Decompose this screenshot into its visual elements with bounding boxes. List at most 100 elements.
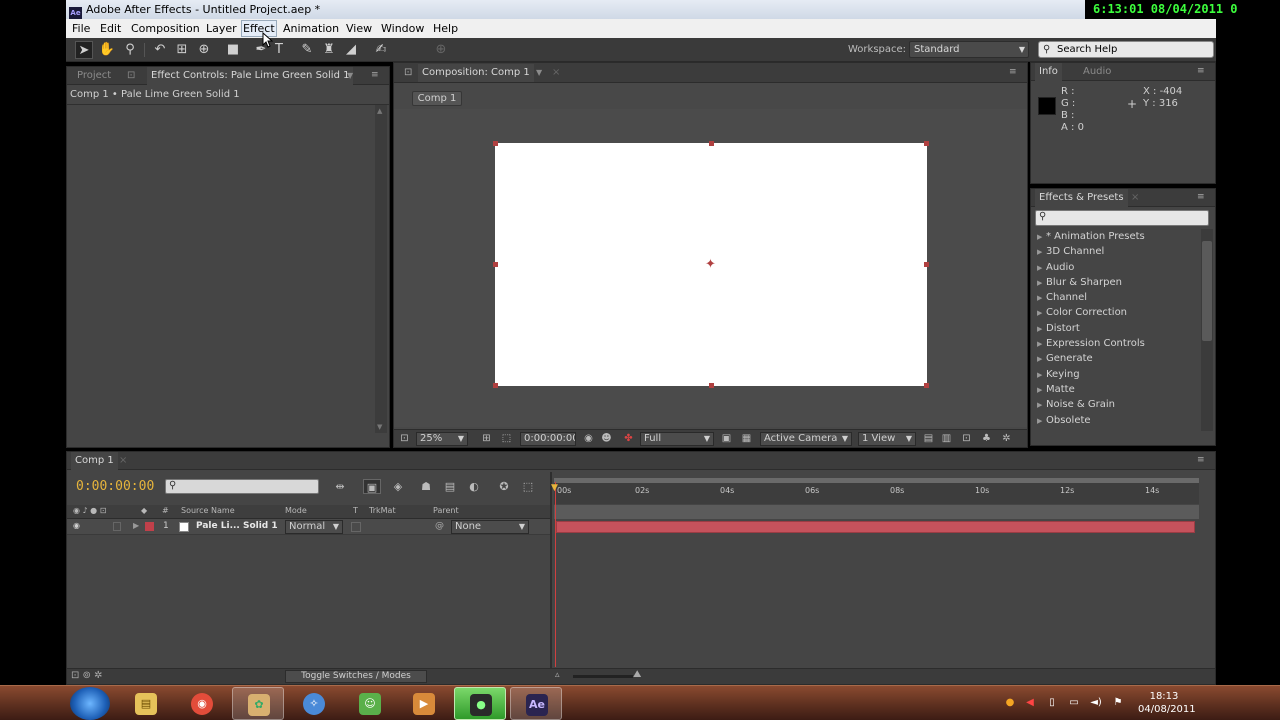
timeline-navigator[interactable] — [554, 505, 1199, 519]
clone-stamp-icon[interactable]: ♜ — [320, 41, 338, 59]
resolution-dropdown[interactable]: Full ▼ — [640, 432, 714, 446]
effects-category[interactable]: ▶ Distort — [1033, 321, 1201, 336]
tab-effect-controls[interactable]: Effect Controls: Pale Lime Green Solid 1 — [147, 67, 354, 85]
pan-behind-icon[interactable]: ⊕ — [195, 41, 213, 59]
composition-canvas[interactable]: ✦ — [493, 141, 929, 388]
panel-menu-icon[interactable]: ≡ — [1197, 66, 1209, 76]
layer-handle[interactable] — [709, 383, 714, 388]
lock-toggle[interactable] — [113, 522, 121, 531]
flowchart-icon[interactable]: ♣ — [980, 433, 993, 445]
magnification-dropdown[interactable]: 25% ▼ — [416, 432, 468, 446]
eraser-icon[interactable]: ◢ — [342, 41, 360, 59]
playhead-icon[interactable]: ▼ — [551, 484, 560, 493]
taskbar-after-effects[interactable]: Ae — [510, 687, 562, 720]
effects-category[interactable]: ▶ Blur & Sharpen — [1033, 275, 1201, 290]
tab-project[interactable]: Project — [73, 67, 115, 85]
effects-category[interactable]: ▶ Generate — [1033, 351, 1201, 366]
lock-icon[interactable]: ⊡ — [400, 64, 416, 82]
taskbar-explorer[interactable]: ▤ — [120, 687, 172, 720]
taskbar-paint[interactable]: ✿ — [232, 687, 284, 720]
effects-category[interactable]: ▶ Channel — [1033, 290, 1201, 305]
effects-category[interactable]: ▶ Obsolete — [1033, 413, 1201, 428]
brainstorm-icon[interactable]: ✪ — [495, 479, 513, 494]
layer-handle[interactable] — [924, 262, 929, 267]
workspace-select[interactable]: Standard ▼ — [909, 41, 1029, 58]
label-color-swatch[interactable] — [145, 522, 154, 531]
zoom-out-icon[interactable]: ▵ — [555, 670, 560, 680]
tray-icon[interactable]: ◀ — [1024, 697, 1036, 709]
selection-tool-icon[interactable]: ➤ — [75, 41, 93, 59]
mask-visibility-icon[interactable]: ⬚ — [500, 433, 513, 445]
taskbar-messenger[interactable]: ☺ — [344, 687, 396, 720]
scroll-up-icon[interactable]: ▲ — [377, 107, 382, 115]
timeline-search-input[interactable]: ⚲ — [165, 479, 319, 494]
show-snapshot-icon[interactable]: ☻ — [600, 433, 613, 445]
time-ruler[interactable]: 00s 02s 04s 06s 08s 10s 12s 14s — [554, 478, 1199, 504]
toggle-switches-modes-button[interactable]: Toggle Switches / Modes — [285, 670, 427, 683]
parent-dropdown[interactable]: None ▼ — [451, 520, 529, 534]
composition-mini-icon[interactable]: ▣ — [363, 479, 381, 494]
scroll-down-icon[interactable]: ▼ — [377, 423, 382, 431]
fast-previews-icon[interactable]: ▥ — [940, 433, 953, 445]
rectangle-tool-icon[interactable]: ■ — [224, 41, 242, 59]
work-area-bar[interactable] — [554, 478, 1199, 483]
menu-edit[interactable]: Edit — [99, 21, 122, 36]
pick-whip-icon[interactable]: @ — [435, 521, 444, 531]
tab-effects-presets[interactable]: Effects & Presets — [1035, 189, 1128, 207]
layer-name[interactable]: Pale Li... Solid 1 — [196, 521, 278, 531]
snapshot-icon[interactable]: ◉ — [582, 433, 595, 445]
search-help-input[interactable]: ⚲ Search Help — [1038, 41, 1214, 58]
tab-audio[interactable]: Audio — [1079, 63, 1115, 81]
layer-duration-bar[interactable] — [556, 521, 1195, 533]
zoom-in-icon[interactable]: ⛰ — [633, 669, 641, 680]
menu-window[interactable]: Window — [380, 21, 425, 36]
close-icon[interactable]: × — [548, 64, 564, 82]
frame-blending-icon[interactable]: ▤ — [441, 479, 459, 494]
action-center-icon[interactable]: ⚑ — [1112, 697, 1124, 709]
expand-triangle-icon[interactable]: ▶ — [133, 521, 139, 530]
channel-icon[interactable]: ✤ — [622, 433, 635, 445]
safe-zones-icon[interactable]: ⊞ — [480, 433, 493, 445]
camera-dropdown[interactable]: Active Camera ▼ — [760, 432, 852, 446]
timeline-current-time[interactable]: 0:00:00:00 — [76, 479, 154, 494]
tab-comp-1[interactable]: Comp 1 — [71, 452, 118, 470]
chevron-down-icon[interactable]: ▼ — [343, 67, 357, 85]
blend-mode-dropdown[interactable]: Normal ▼ — [285, 520, 343, 534]
start-button[interactable] — [70, 687, 110, 720]
layer-handle[interactable] — [493, 262, 498, 267]
chevron-down-icon[interactable]: ▼ — [532, 64, 546, 82]
panel-menu-icon[interactable]: ≡ — [1197, 192, 1209, 202]
current-time-display[interactable]: 0:00:00:00 — [520, 432, 576, 446]
layer-handle[interactable] — [709, 141, 714, 146]
menu-file[interactable]: File — [71, 21, 91, 36]
exposure-icon[interactable]: ✲ — [1000, 433, 1013, 445]
toggle-pixel-aspect-icon[interactable]: ▤ — [922, 433, 935, 445]
timeline-icon[interactable]: ⊡ — [960, 433, 973, 445]
draft-3d-icon[interactable]: ◈ — [389, 479, 407, 494]
volume-icon[interactable]: ◄) — [1090, 697, 1102, 709]
mini-flowchart-icon[interactable]: ⇹ — [331, 479, 349, 494]
effects-category[interactable]: ▶ Noise & Grain — [1033, 397, 1201, 412]
menu-layer[interactable]: Layer — [205, 21, 238, 36]
timeline-layer-row[interactable]: ◉ ▶ 1 Pale Li... Solid 1 Normal ▼ @ None ▼ — [67, 519, 550, 535]
menu-view[interactable]: View — [345, 21, 373, 36]
preserve-transparency-toggle[interactable] — [351, 522, 361, 532]
motion-blur-icon[interactable]: ◐ — [465, 479, 483, 494]
brush-tool-icon[interactable]: ✎ — [298, 41, 316, 59]
transparency-grid-icon[interactable]: ▦ — [740, 433, 753, 445]
taskbar-media[interactable]: ▶ — [398, 687, 450, 720]
graph-editor-icon[interactable]: ⬚ — [519, 479, 537, 494]
panel-menu-icon[interactable]: ≡ — [1197, 455, 1209, 465]
menu-animation[interactable]: Animation — [282, 21, 340, 36]
network-icon[interactable]: ▯ — [1046, 697, 1058, 709]
layer-handle[interactable] — [493, 141, 498, 146]
effects-category[interactable]: ▶ Expression Controls — [1033, 336, 1201, 351]
zoom-tool-icon[interactable]: ⚲ — [121, 41, 139, 59]
puppet-pin-icon[interactable]: ✍ — [372, 41, 390, 59]
effects-search-input[interactable]: ⚲ — [1035, 210, 1209, 226]
rotation-tool-icon[interactable]: ↶ — [151, 41, 169, 59]
menu-help[interactable]: Help — [432, 21, 459, 36]
camera-orbit-icon[interactable]: ⊞ — [173, 41, 191, 59]
layer-handle[interactable] — [924, 141, 929, 146]
monitor-icon[interactable]: ▭ — [1068, 697, 1080, 709]
